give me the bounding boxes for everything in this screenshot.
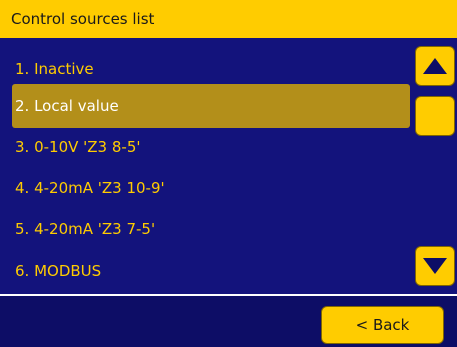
scroll-up-button[interactable] — [415, 46, 455, 86]
list-item-modbus[interactable]: 6. MODBUS — [12, 249, 410, 293]
list-item-0-10v-z3-8-5[interactable]: 3. 0-10V 'Z3 8-5' — [12, 125, 410, 169]
up-triangle-icon — [423, 58, 447, 74]
scroll-down-button[interactable] — [415, 246, 455, 286]
back-button[interactable]: < Back — [321, 306, 444, 344]
control-sources-list: 1. Inactive 2. Local value 3. 0-10V 'Z3 … — [0, 38, 457, 294]
footer-divider — [0, 294, 457, 296]
page-title: Control sources list — [0, 0, 457, 38]
list-item-4-20ma-z3-10-9[interactable]: 4. 4-20mA 'Z3 10-9' — [12, 166, 410, 210]
down-triangle-icon — [423, 258, 447, 274]
list-item-local-value[interactable]: 2. Local value — [12, 84, 410, 128]
scroll-blank-button[interactable] — [415, 96, 455, 136]
list-item-4-20ma-z3-7-5[interactable]: 5. 4-20mA 'Z3 7-5' — [12, 207, 410, 251]
